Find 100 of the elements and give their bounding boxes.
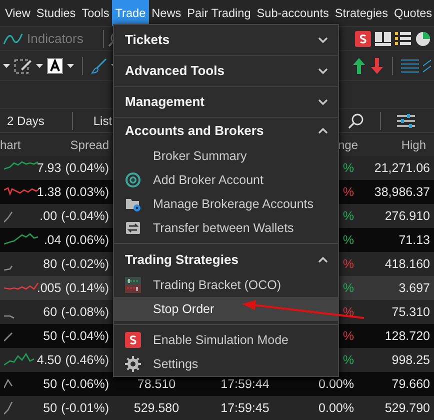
chevron-icon[interactable] <box>318 37 328 43</box>
table-cell-text: 1.38 <box>36 184 62 201</box>
menu-item[interactable]: Settings <box>114 352 338 376</box>
brush-icon[interactable] <box>91 58 107 74</box>
menu-item[interactable]: Transfer between Wallets <box>114 216 338 240</box>
table-cell-text: 7.93 <box>36 160 62 177</box>
table-cell-text: .04 <box>44 232 62 249</box>
table-cell-text: 17:59:45 <box>220 400 270 417</box>
settings-sliders-icon[interactable] <box>397 112 415 128</box>
menu-bar-item[interactable]: Strategies <box>332 0 392 26</box>
menu-bar-item[interactable]: Tools <box>78 0 112 26</box>
table-cell-text: % <box>342 184 354 201</box>
horizontal-lines-icon[interactable] <box>401 58 419 74</box>
table-cell-text: (0.46%) <box>65 352 109 369</box>
caret-icon[interactable] <box>67 64 74 68</box>
table-cell-text: % <box>342 328 354 345</box>
menu-section-header[interactable]: Trading Strategies <box>125 250 238 270</box>
table-cell-text: 71.13 <box>398 232 430 249</box>
transfer-icon <box>125 220 141 236</box>
simulation-icon <box>125 332 141 348</box>
table-cell-text: % <box>342 352 354 369</box>
table-cell-text: (-0.08%) <box>61 304 109 321</box>
column-header[interactable]: High <box>401 136 426 154</box>
menu-bar-item[interactable]: News <box>148 0 184 26</box>
chevron-icon[interactable] <box>318 99 328 105</box>
table-cell-text: 78.510 <box>136 376 177 393</box>
chevron-icon[interactable] <box>318 128 328 134</box>
bracket-chart-icon <box>125 277 141 293</box>
menu-item[interactable]: Add Broker Account <box>114 168 338 192</box>
table-cell-text: 50 <box>43 376 58 393</box>
menu-section-header[interactable]: Management <box>125 92 204 112</box>
table-cell-text: .00 <box>40 208 58 225</box>
view-tab[interactable]: 2 Days <box>3 112 48 130</box>
table-cell-text: % <box>342 256 354 273</box>
edit-icon[interactable] <box>14 56 32 74</box>
text-color-icon[interactable] <box>47 58 63 74</box>
menu-section-header[interactable]: Advanced Tools <box>125 61 224 81</box>
table-cell-text: 17:59:44 <box>220 376 270 393</box>
table-cell-text: (-0.04%) <box>61 208 109 225</box>
menu-item[interactable]: Stop Order <box>114 297 338 321</box>
table-cell-text: (0.04%) <box>65 160 109 177</box>
layout-icon[interactable] <box>375 30 391 46</box>
caret-icon[interactable] <box>3 64 10 68</box>
table-cell-text: % <box>342 160 354 177</box>
table-cell-text: 276.910 <box>384 208 430 225</box>
menu-item[interactable]: Enable Simulation Mode <box>114 328 338 352</box>
column-header[interactable]: hart <box>0 136 21 154</box>
table-cell-text: .005 <box>36 280 62 297</box>
table-cell-text: (-0.06%) <box>61 376 109 393</box>
table-cell-text: 128.720 <box>384 328 430 345</box>
table-cell-text: (0.03%) <box>65 184 109 201</box>
table-cell-text: (-0.02%) <box>61 256 109 273</box>
menu-bar-item[interactable]: Studies <box>33 0 79 26</box>
table-cell-text: 998.25 <box>392 352 430 369</box>
table-cell-text: 3.697 <box>398 280 430 297</box>
table-cell-text: 21,271.06 <box>374 160 430 177</box>
simulation-icon[interactable] <box>355 30 371 46</box>
table-cell-text: 60 <box>43 304 58 321</box>
menu-item[interactable]: Broker Summary <box>114 144 338 168</box>
table-cell-text: % <box>342 232 354 249</box>
menu-bar-item[interactable]: Quotes <box>391 0 434 26</box>
chevron-icon[interactable] <box>318 257 328 263</box>
menu-section-header[interactable]: Tickets <box>125 30 170 50</box>
search-icon[interactable] <box>348 112 364 128</box>
add-icon <box>125 172 141 188</box>
table-cell-text: 529.580 <box>132 400 180 417</box>
table-cell-text: 50 <box>43 328 58 345</box>
menu-section-header[interactable]: Accounts and Brokers <box>125 121 264 141</box>
table-cell-text: % <box>342 208 354 225</box>
table-cell-text: % <box>342 280 354 297</box>
settings-icon <box>125 356 141 372</box>
chart-line-icon <box>3 32 23 46</box>
view-tab[interactable]: List <box>89 112 116 130</box>
menu-item[interactable]: Trading Bracket (OCO) <box>114 273 338 297</box>
caret-icon[interactable] <box>36 64 43 68</box>
column-header[interactable]: nge <box>338 136 358 154</box>
table-cell-text: % <box>342 304 354 321</box>
down-arrow-icon[interactable] <box>370 56 384 74</box>
table-cell-text: 75.310 <box>392 304 430 321</box>
menu-item[interactable]: Manage Brokerage Accounts <box>114 192 338 216</box>
column-header[interactable]: Spread <box>70 136 109 154</box>
folder-gear-icon <box>125 196 141 212</box>
chevron-icon[interactable] <box>318 68 328 74</box>
pie-chart-icon[interactable] <box>415 30 431 46</box>
table-cell-text: 50 <box>43 400 58 417</box>
table-cell-text: 529.790 <box>384 400 430 417</box>
menu-bar-item[interactable]: Sub-accounts <box>254 0 332 26</box>
list-icon[interactable] <box>395 30 411 46</box>
up-arrow-icon[interactable] <box>352 56 366 74</box>
table-cell-text: (0.06%) <box>65 232 109 249</box>
table-cell-text: 80 <box>43 256 58 273</box>
diagonal-lines-icon[interactable] <box>423 58 431 74</box>
table-cell-text: 38,986.37 <box>374 184 430 201</box>
table-cell-text: 0.00% <box>318 400 354 417</box>
table-cell-text: 0.00% <box>318 376 354 393</box>
table-cell-text: (-0.04%) <box>61 328 109 345</box>
menu-bar-item[interactable]: View <box>2 0 34 26</box>
table-cell-text: (-0.01%) <box>61 400 109 417</box>
menu-bar-item[interactable]: Pair Trading <box>184 0 254 26</box>
table-cell-text: 4.50 <box>36 352 62 369</box>
